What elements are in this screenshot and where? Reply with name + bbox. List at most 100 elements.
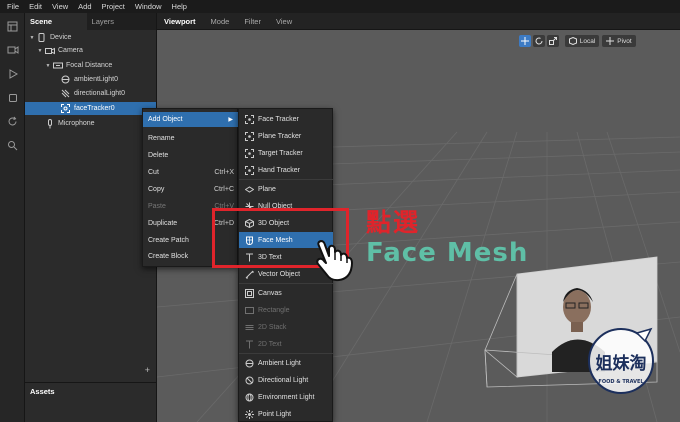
menu-window[interactable]: Window	[135, 2, 162, 11]
menubar: File Edit View Add Project Window Help	[0, 0, 680, 13]
refresh-icon[interactable]	[6, 115, 19, 128]
tab-scene[interactable]: Scene	[25, 13, 87, 30]
scale-icon[interactable]	[547, 35, 559, 47]
submenu-item-plane-tracker[interactable]: Plane Tracker	[239, 128, 333, 144]
chevron-down-icon[interactable]: ▼	[44, 63, 52, 69]
rectangle-icon	[244, 305, 254, 315]
chevron-right-icon: ▶	[228, 117, 233, 123]
tree-item-label: ambientLight0	[74, 76, 118, 83]
menu-item-copy[interactable]: Copy Ctrl+C	[143, 182, 238, 197]
vector-icon	[244, 269, 254, 279]
submenu-label: Plane Tracker	[258, 132, 302, 140]
local-label: Local	[579, 37, 596, 45]
layout-icon[interactable]	[6, 20, 19, 33]
assets-title: Assets	[30, 387, 55, 396]
submenu-item-hand-tracker[interactable]: Hand Tracker	[239, 162, 333, 178]
point-light-icon	[244, 409, 254, 419]
left-toolbar	[0, 13, 25, 422]
tree-item-label: faceTracker0	[74, 105, 115, 112]
submenu-item-canvas[interactable]: Canvas	[239, 285, 333, 301]
directional-light-icon	[60, 88, 71, 99]
add-object-button[interactable]: +	[145, 365, 150, 375]
submenu-label: Face Tracker	[258, 115, 299, 123]
menu-item-label: Duplicate	[148, 220, 178, 227]
submenu-item-directional-light[interactable]: Directional Light	[239, 372, 333, 388]
tree-item-facetracker0[interactable]: faceTracker0	[25, 102, 156, 115]
stack-icon	[244, 322, 254, 332]
watermark-logo: 姐妹淘 FOOD & TRAVEL	[588, 327, 654, 394]
pointing-hand-icon	[316, 240, 353, 282]
svg-text:FOOD & TRAVEL: FOOD & TRAVEL	[598, 379, 644, 385]
tab-viewport[interactable]: Viewport	[164, 17, 196, 26]
submenu-label: Point Light	[258, 410, 292, 418]
submenu-label: Canvas	[258, 289, 282, 297]
menu-item-label: Rename	[148, 135, 175, 142]
submenu-label: 2D Text	[258, 340, 282, 348]
move-icon[interactable]	[519, 35, 531, 47]
tab-mode[interactable]: Mode	[211, 17, 230, 26]
local-button[interactable]: Local	[565, 35, 599, 47]
submenu-item-plane[interactable]: Plane	[239, 181, 333, 197]
tree-item-label: Camera	[58, 47, 83, 54]
menu-edit[interactable]: Edit	[29, 2, 42, 11]
tree-item-label: Microphone	[58, 120, 95, 127]
tree-item-focal-distance[interactable]: ▼ Focal Distance	[25, 59, 156, 72]
canvas-icon	[244, 288, 254, 298]
camera-icon[interactable]	[6, 43, 19, 56]
menu-item-label: Cut	[148, 169, 159, 176]
menu-help[interactable]: Help	[172, 2, 187, 11]
menu-item-cut[interactable]: Cut Ctrl+X	[143, 165, 238, 180]
tree-item-camera[interactable]: ▼ Camera	[25, 44, 156, 57]
svg-text:姐妹淘: 姐妹淘	[596, 353, 647, 374]
submenu-item-ambient-light[interactable]: Ambient Light	[239, 355, 333, 371]
shortcut-label: Ctrl+X	[214, 169, 234, 176]
scene-tabs: Scene Layers	[25, 13, 156, 30]
square-icon[interactable]	[6, 91, 19, 104]
submenu-item-point-light[interactable]: Point Light	[239, 406, 333, 422]
menu-item-rename[interactable]: Rename	[143, 131, 238, 146]
divider	[239, 283, 333, 284]
submenu-item-2d-text: 2D Text	[239, 336, 333, 352]
environment-light-icon	[244, 392, 254, 402]
tab-layers[interactable]: Layers	[86, 13, 156, 30]
chevron-down-icon[interactable]: ▼	[36, 48, 44, 54]
tree-item-microphone[interactable]: Microphone	[25, 117, 156, 130]
cube-icon	[568, 37, 577, 45]
tree-item-label: Focal Distance	[66, 62, 113, 69]
menu-item-add-object[interactable]: Add Object ▶	[143, 112, 238, 127]
tree-item-device[interactable]: ▼ Device	[25, 31, 156, 44]
submenu-item-environment-light[interactable]: Environment Light	[239, 389, 333, 405]
text-icon	[244, 339, 254, 349]
tree-item-label: Device	[50, 34, 72, 41]
submenu-label: 2D Stack	[258, 323, 287, 331]
pivot-label: Pivot	[617, 37, 632, 45]
tree-item-ambientlight0[interactable]: ambientLight0	[25, 73, 156, 86]
search-icon[interactable]	[6, 139, 19, 152]
submenu-item-2d-stack: 2D Stack	[239, 319, 333, 335]
menu-file[interactable]: File	[7, 2, 19, 11]
tab-view[interactable]: View	[276, 17, 292, 26]
menu-add[interactable]: Add	[78, 2, 91, 11]
pivot-button[interactable]: Pivot	[602, 35, 636, 47]
submenu-label: Vector Object	[258, 270, 301, 278]
menu-item-delete[interactable]: Delete	[143, 148, 238, 163]
tree-item-directionallight0[interactable]: directionalLight0	[25, 87, 156, 100]
focal-distance-icon	[52, 60, 63, 71]
menu-view[interactable]: View	[52, 2, 68, 11]
device-icon	[36, 32, 47, 43]
submenu-label: Directional Light	[258, 376, 309, 384]
divider	[239, 353, 333, 354]
play-icon[interactable]	[6, 67, 19, 80]
chevron-down-icon[interactable]: ▼	[28, 35, 36, 41]
tab-filter[interactable]: Filter	[244, 17, 261, 26]
annotation-face-mesh-label: Face Mesh	[366, 238, 529, 268]
shortcut-label: Ctrl+C	[213, 186, 234, 193]
submenu-item-target-tracker[interactable]: Target Tracker	[239, 145, 333, 161]
rotate-icon[interactable]	[533, 35, 545, 47]
submenu-item-face-tracker[interactable]: Face Tracker	[239, 111, 333, 127]
submenu-label: Ambient Light	[258, 359, 301, 367]
menu-project[interactable]: Project	[102, 2, 125, 11]
ambient-light-icon	[60, 74, 71, 85]
camera-icon	[44, 45, 55, 56]
submenu-label: Plane	[258, 185, 276, 193]
